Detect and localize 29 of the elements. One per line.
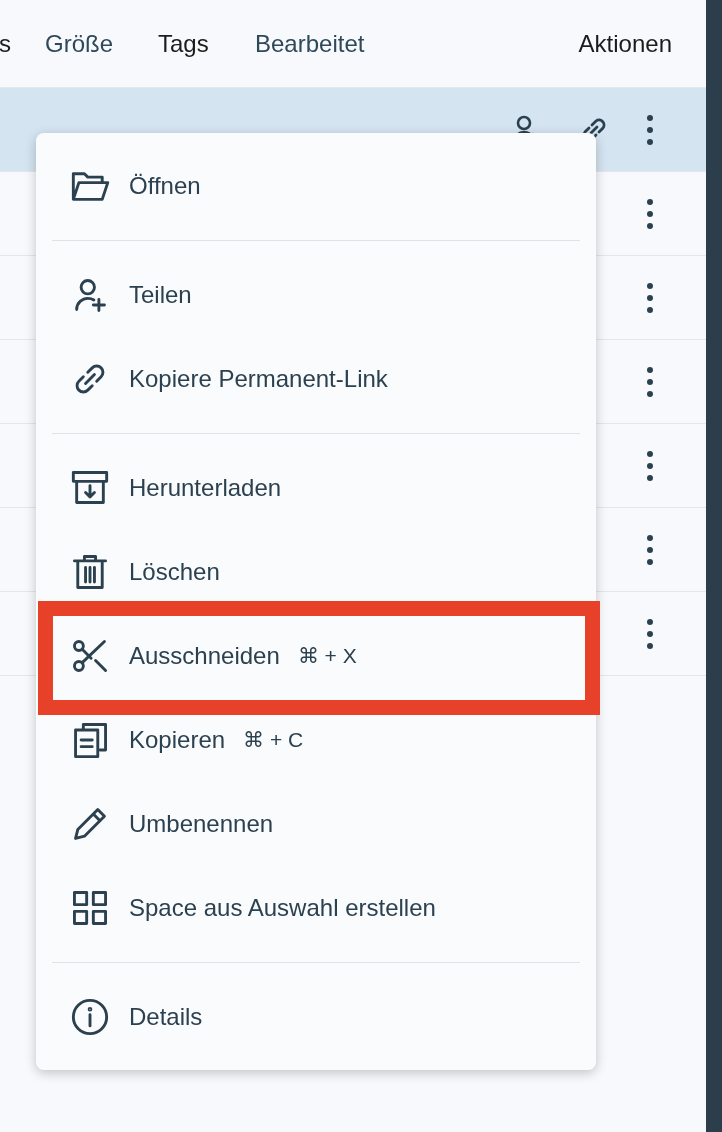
details-icon xyxy=(70,997,110,1037)
column-header: s xyxy=(0,29,12,58)
menu-item-label: Kopiere Permanent-Link xyxy=(129,365,388,393)
delete-icon xyxy=(70,552,110,592)
menu-item[interactable]: Kopiere Permanent-Link xyxy=(36,337,596,421)
sortable-column-header[interactable]: Bearbeitet xyxy=(255,29,579,58)
sortable-column-header[interactable]: Größe xyxy=(45,29,158,58)
menu-item[interactable]: Details xyxy=(36,975,596,1059)
column-header: Tags xyxy=(158,29,210,58)
menu-item-label: Umbenennen xyxy=(129,810,274,838)
menu-item-label: Space aus Auswahl erstellen xyxy=(129,894,436,922)
menu-item-label: Ausschneiden xyxy=(129,642,280,670)
keyboard-shortcut: ⌘ + C xyxy=(243,728,304,752)
menu-item[interactable]: Space aus Auswahl erstellen xyxy=(36,866,596,950)
menu-item[interactable]: Löschen xyxy=(36,530,596,614)
menu-item-label: Öffnen xyxy=(129,172,201,200)
menu-item-label: Details xyxy=(129,1003,203,1031)
column-header: Aktionen xyxy=(578,29,672,58)
menu-item[interactable]: Herunterladen xyxy=(36,446,596,530)
keyboard-shortcut: ⌘ + X xyxy=(297,644,357,668)
menu-item[interactable]: Umbenennen xyxy=(36,782,596,866)
menu-item-label: Teilen xyxy=(129,281,192,309)
menu-item-label: Löschen xyxy=(129,558,220,586)
menu-item[interactable]: Teilen xyxy=(36,253,596,337)
menu-item[interactable]: Ausschneiden ⌘ + X xyxy=(36,614,596,698)
menu-item-label: Kopieren xyxy=(129,726,226,754)
menu-item[interactable]: Öffnen xyxy=(36,144,596,228)
menu-item-label: Herunterladen xyxy=(129,474,282,502)
menu-item[interactable]: Kopieren ⌘ + C xyxy=(36,698,596,782)
